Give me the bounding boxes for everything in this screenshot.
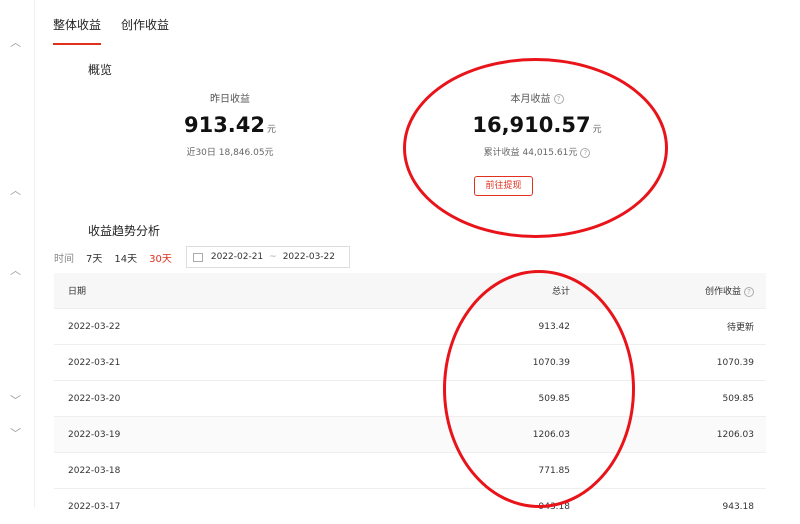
- range-14-days[interactable]: 14天: [114, 250, 137, 265]
- cell-date: 2022-03-21: [54, 345, 269, 381]
- range-7-days[interactable]: 7天: [86, 250, 102, 265]
- header-date: 日期: [54, 273, 269, 309]
- yesterday-label: 昨日收益: [160, 90, 300, 105]
- cell-creation: 1070.39: [628, 345, 766, 381]
- table-row: 2022-03-20 509.85 509.85: [54, 381, 766, 417]
- time-label: 时间: [54, 250, 74, 265]
- table-header-row: 日期 总计 创作收益?: [54, 273, 766, 309]
- yesterday-stat: 昨日收益 913.42元 近30日 18,846.05元: [160, 90, 300, 158]
- date-separator: ~: [269, 252, 277, 262]
- tab-overall-earnings[interactable]: 整体收益: [53, 16, 101, 45]
- date-range-picker[interactable]: 2022-02-21 ~ 2022-03-22: [186, 246, 350, 268]
- annotation-ellipse-total: [443, 270, 635, 508]
- cell-creation: 509.85: [628, 381, 766, 417]
- chevron-up-icon[interactable]: ︿: [10, 262, 21, 278]
- time-filter: 时间 7天 14天 30天 2022-02-21 ~ 2022-03-22: [54, 246, 350, 268]
- left-rail: ︿ ︿ ︿ ﹀ ﹀: [0, 0, 34, 508]
- table-row: 2022-03-18 771.85: [54, 453, 766, 489]
- trend-title: 收益趋势分析: [88, 222, 160, 239]
- header-creation-label: 创作收益: [705, 287, 741, 297]
- tab-bar: 整体收益 创作收益: [53, 16, 169, 45]
- help-icon[interactable]: ?: [744, 287, 754, 297]
- tab-creation-earnings[interactable]: 创作收益: [121, 16, 169, 45]
- cell-date: 2022-03-22: [54, 309, 269, 345]
- chevron-down-icon[interactable]: ﹀: [10, 425, 21, 441]
- yesterday-value: 913.42: [184, 113, 265, 137]
- overview-title: 概览: [88, 61, 112, 78]
- cell-creation: [628, 453, 766, 489]
- cell-date: 2022-03-19: [54, 417, 269, 453]
- cell-creation: 1206.03: [628, 417, 766, 453]
- yesterday-unit: 元: [267, 125, 276, 135]
- range-30-days[interactable]: 30天: [149, 250, 172, 265]
- annotation-ellipse-month: [403, 58, 668, 238]
- cell-creation: 943.18: [628, 489, 766, 524]
- earnings-table: 日期 总计 创作收益? 2022-03-22 913.42 待更新 2022-0…: [54, 273, 766, 524]
- start-date: 2022-02-21: [211, 252, 263, 262]
- calendar-icon: [193, 253, 203, 262]
- table-row: 2022-03-21 1070.39 1070.39: [54, 345, 766, 381]
- cell-date: 2022-03-18: [54, 453, 269, 489]
- cell-creation: 待更新: [628, 309, 766, 345]
- chevron-up-icon[interactable]: ︿: [10, 182, 21, 198]
- cell-date: 2022-03-20: [54, 381, 269, 417]
- header-creation: 创作收益?: [628, 273, 766, 309]
- yesterday-value-row: 913.42元: [160, 113, 300, 137]
- cell-date: 2022-03-17: [54, 489, 269, 524]
- chevron-up-icon[interactable]: ︿: [10, 34, 21, 50]
- table-row: 2022-03-17 943.18 943.18: [54, 489, 766, 524]
- end-date: 2022-03-22: [283, 252, 335, 262]
- table-row: 2022-03-22 913.42 待更新: [54, 309, 766, 345]
- yesterday-sub: 近30日 18,846.05元: [160, 145, 300, 158]
- chevron-down-icon[interactable]: ﹀: [10, 392, 21, 408]
- table-row: 2022-03-19 1206.03 1206.03: [54, 417, 766, 453]
